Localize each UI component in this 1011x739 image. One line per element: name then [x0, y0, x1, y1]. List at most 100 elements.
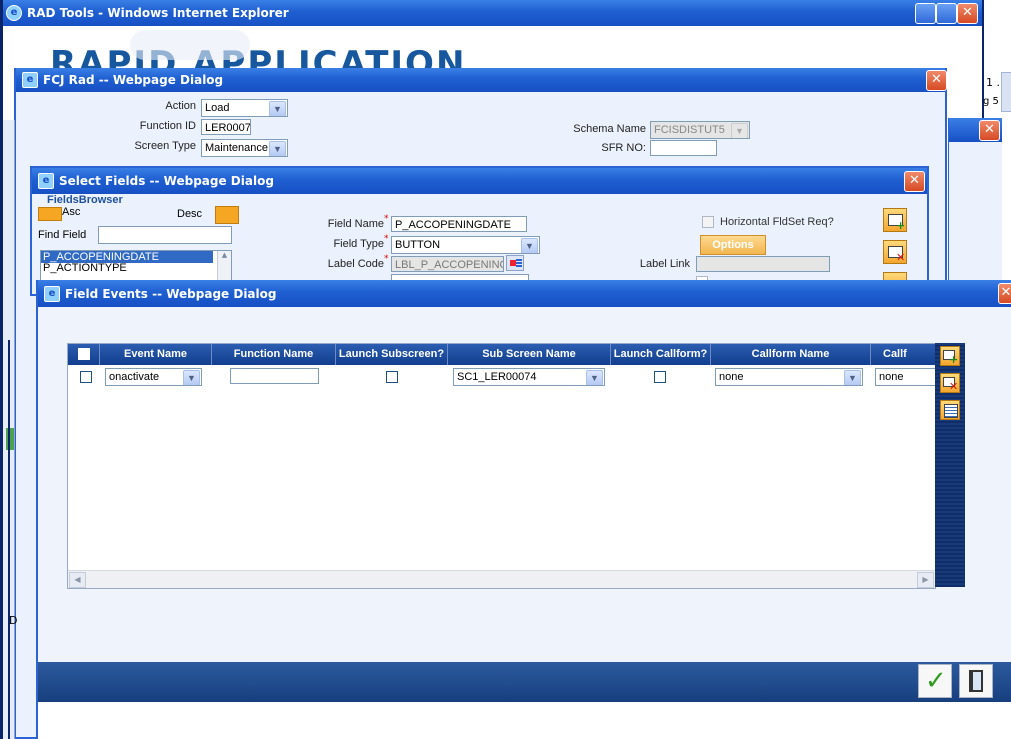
sub-screen-select[interactable]: SC1_LER00074 ▼ — [453, 368, 605, 386]
dialog-icon: e — [44, 285, 60, 302]
delete-field-icon[interactable]: ✕ — [883, 240, 907, 264]
find-field-input[interactable] — [98, 226, 232, 244]
fields-browser-legend: FieldsBrowser — [47, 194, 123, 206]
launch-subscreen-checkbox[interactable] — [386, 371, 398, 383]
field-events-close-icon[interactable]: ✕ — [998, 283, 1011, 304]
side-text-1: 1 . — [986, 76, 1000, 89]
chevron-down-icon: ▼ — [269, 101, 286, 116]
delete-row-icon[interactable]: ✕ — [940, 373, 960, 393]
col-event-name: Event Name — [100, 344, 212, 365]
label-link-input[interactable] — [696, 256, 830, 272]
chevron-down-icon: ▼ — [269, 141, 286, 156]
select-fields-close-icon[interactable]: ✕ — [904, 171, 925, 192]
field-type-select[interactable]: BUTTON ▼ — [391, 236, 540, 254]
field-events-titlebar: e Field Events -- Webpage Dialog ✕ — [38, 280, 1011, 307]
chevron-down-icon: ▼ — [183, 370, 200, 385]
horizontal-label: Horizontal FldSet Req? — [720, 216, 834, 228]
asc-label: Asc — [62, 206, 81, 218]
schema-name-value: FCISDISTUT5 — [654, 124, 725, 136]
function-id-field[interactable]: LER00074 — [201, 119, 251, 135]
exit-door-icon — [969, 670, 983, 692]
label-code-lookup-icon[interactable] — [506, 255, 524, 271]
field-name-label: Field Name — [327, 218, 384, 230]
header-select-all[interactable] — [68, 344, 100, 365]
grid-header: Event Name Function Name Launch Subscree… — [68, 344, 935, 365]
screen-type-select[interactable]: Maintenance ▼ — [201, 139, 288, 157]
exit-button[interactable] — [959, 664, 993, 698]
sfr-no-field[interactable] — [650, 140, 717, 156]
fcj-close-icon[interactable]: ✕ — [926, 70, 947, 91]
col-sub-screen-name: Sub Screen Name — [448, 344, 611, 365]
select-fields-titlebar: e Select Fields -- Webpage Dialog ✕ — [32, 168, 927, 194]
partial-titlebar: ✕ — [949, 118, 1002, 142]
screen-type-label: Screen Type — [134, 140, 196, 152]
function-name-input[interactable] — [230, 368, 319, 384]
event-name-value: onactivate — [109, 371, 160, 383]
fcj-titlebar: e FCJ Rad -- Webpage Dialog ✕ — [16, 68, 947, 92]
close-icon[interactable]: ✕ — [957, 3, 978, 24]
ie-logo-icon: e — [6, 5, 22, 21]
action-select-value: Load — [205, 102, 230, 114]
banner-text: RAPID APPLICATION — [50, 44, 467, 68]
col-launch-subscreen: Launch Subscreen? — [336, 344, 448, 365]
event-name-select[interactable]: onactivate ▼ — [105, 368, 202, 386]
col-callform-name: Callform Name — [711, 344, 871, 365]
field-events-title: Field Events -- Webpage Dialog — [65, 286, 277, 301]
ok-check-icon: ✓ — [925, 666, 947, 696]
field-name-input[interactable]: P_ACCOPENINGDATE — [391, 216, 527, 232]
label-link-label: Label Link — [639, 258, 690, 270]
callform-extra-select[interactable]: none — [875, 368, 935, 386]
left-letter: D — [9, 614, 18, 627]
sub-screen-value: SC1_LER00074 — [457, 371, 537, 383]
select-fields-dialog: e Select Fields -- Webpage Dialog ✕ Fiel… — [30, 166, 929, 296]
find-field-label: Find Field — [38, 229, 87, 241]
required-mark: * — [384, 254, 389, 264]
col-launch-callform: Launch Callform? — [611, 344, 711, 365]
row-checkbox[interactable] — [80, 371, 92, 383]
callform-name-select[interactable]: none ▼ — [715, 368, 863, 386]
details-icon[interactable] — [940, 400, 960, 420]
fcj-dialog-title: FCJ Rad -- Webpage Dialog — [43, 73, 224, 87]
chevron-down-icon: ▼ — [731, 123, 748, 138]
action-select[interactable]: Load ▼ — [201, 99, 288, 117]
add-row-icon[interactable]: + — [940, 346, 960, 366]
callform-name-value: none — [719, 371, 744, 383]
maximize-icon[interactable] — [936, 3, 957, 24]
list-item[interactable]: P_ACTIONTYPE — [41, 263, 231, 274]
scroll-right-icon[interactable]: ▶ — [917, 572, 934, 588]
ie-titlebar: e RAD Tools - Windows Internet Explorer … — [0, 0, 982, 26]
scroll-left-icon[interactable]: ◀ — [69, 572, 86, 588]
screen-type-value: Maintenance — [205, 142, 268, 154]
launch-callform-checkbox[interactable] — [654, 371, 666, 383]
side-scroll-widget[interactable] — [1001, 72, 1011, 112]
select-all-checkbox[interactable] — [78, 348, 90, 360]
desc-label: Desc — [177, 208, 203, 220]
dialog-icon: e — [38, 173, 54, 189]
action-label: Action — [165, 100, 196, 112]
schema-name-select[interactable]: FCISDISTUT5 ▼ — [650, 121, 750, 139]
function-id-label: Function ID — [139, 120, 196, 132]
ie-window-title: RAD Tools - Windows Internet Explorer — [27, 6, 289, 20]
select-fields-title: Select Fields -- Webpage Dialog — [59, 174, 274, 188]
events-grid: Event Name Function Name Launch Subscree… — [67, 343, 936, 589]
horizontal-checkbox[interactable] — [702, 216, 714, 228]
banner-shadow — [130, 30, 250, 60]
outer-left-border — [0, 0, 3, 739]
dialog-icon: e — [22, 72, 38, 88]
minimize-icon[interactable] — [915, 3, 936, 24]
required-mark: * — [384, 234, 389, 244]
callform-extra-value: none — [879, 371, 904, 383]
side-text-2: g 5 — [983, 96, 999, 107]
ok-button[interactable]: ✓ — [918, 664, 952, 698]
sfr-no-label: SFR NO: — [601, 142, 646, 154]
label-code-input[interactable]: LBL_P_ACCOPENINGD/ — [391, 256, 504, 272]
options-button[interactable]: Options — [700, 235, 766, 255]
desc-sort-button[interactable] — [215, 206, 239, 224]
col-function-name: Function Name — [212, 344, 336, 365]
grid-toolbar: + ✕ — [935, 343, 965, 587]
asc-sort-button[interactable] — [38, 207, 62, 221]
partial-close-icon[interactable]: ✕ — [979, 120, 1000, 141]
add-field-icon[interactable]: + — [883, 208, 907, 232]
outer-left-border-2 — [8, 340, 10, 739]
grid-horizontal-scrollbar[interactable]: ◀ ▶ — [68, 570, 935, 588]
